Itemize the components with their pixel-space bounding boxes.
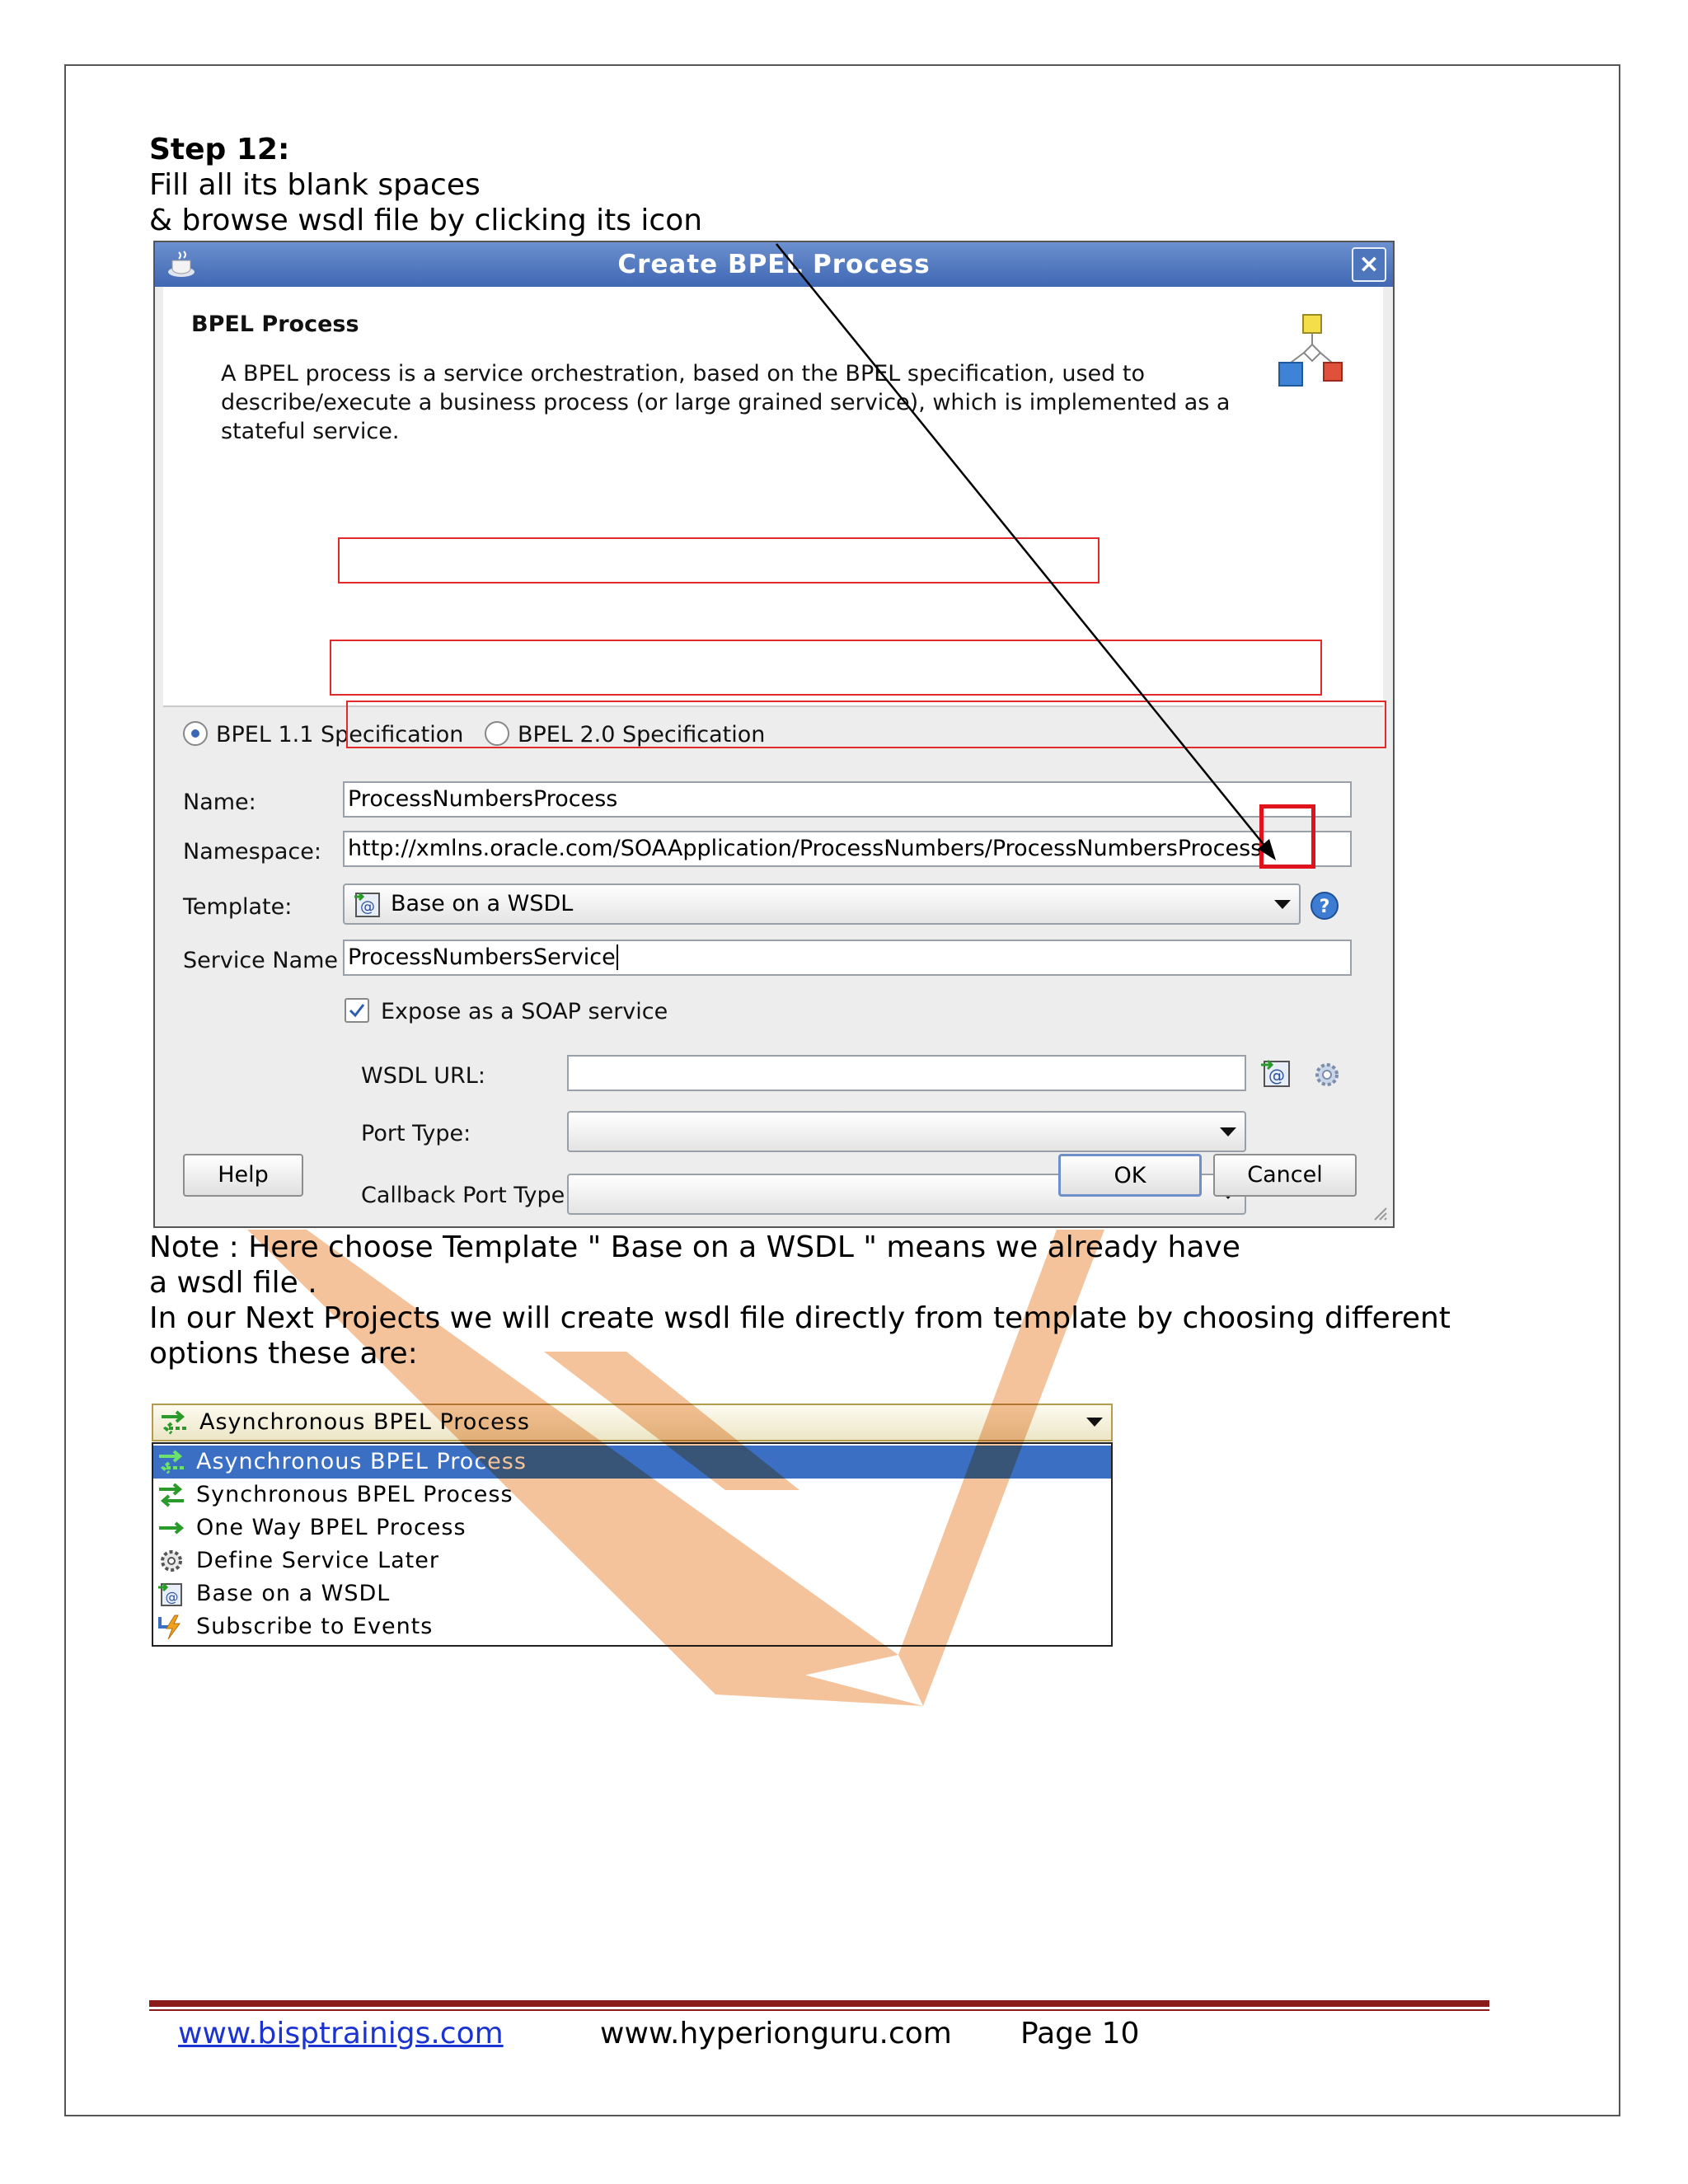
checkmark-icon	[349, 1004, 365, 1018]
header-description-line-2: describe/execute a business process (or …	[221, 390, 1231, 415]
sync-arrows-icon	[159, 1483, 184, 1507]
bpel-20-label[interactable]: BPEL 2.0 Specification	[518, 722, 765, 748]
list-item-define-later[interactable]: Define Service Later	[153, 1544, 1111, 1577]
footer-page-number: Page 10	[1020, 2017, 1140, 2050]
service-name-label: Service Name	[183, 948, 339, 973]
browse-wsdl-icon[interactable]: @	[1259, 1057, 1292, 1090]
template-options-list: Asynchronous BPEL Process Synchronous BP…	[152, 1442, 1113, 1647]
bpel-11-radio[interactable]	[183, 721, 208, 746]
chevron-down-icon	[1220, 1127, 1236, 1137]
service-name-input[interactable]: ProcessNumbersService	[343, 940, 1352, 976]
async-arrows-icon	[159, 1450, 184, 1474]
bpel-11-label[interactable]: BPEL 1.1 Specification	[216, 722, 463, 748]
text-cursor	[616, 944, 618, 970]
ok-button[interactable]: OK	[1058, 1154, 1202, 1197]
port-type-label: Port Type:	[361, 1121, 471, 1146]
name-label: Name:	[183, 790, 256, 815]
template-label: Template:	[183, 894, 293, 920]
lightning-icon	[158, 1615, 181, 1640]
list-item-label: Base on a WSDL	[196, 1581, 391, 1606]
expose-soap-checkbox[interactable]	[345, 998, 369, 1023]
wsdl-url-input[interactable]	[567, 1055, 1246, 1091]
gear-icon[interactable]	[1311, 1058, 1343, 1091]
dialog-header-panel: BPEL Process A BPEL process is a service…	[163, 287, 1383, 705]
bpel-20-radio[interactable]	[485, 721, 509, 746]
instruction-line-1: Fill all its blank spaces	[149, 168, 481, 202]
service-name-value: ProcessNumbersService	[348, 944, 616, 970]
bpel-process-diagram-icon	[1278, 314, 1343, 387]
svg-text:?: ?	[1320, 897, 1330, 917]
cancel-button[interactable]: Cancel	[1213, 1154, 1357, 1197]
header-title: BPEL Process	[191, 312, 359, 337]
dialog-title-bar[interactable]: Create BPEL Process ×	[155, 242, 1393, 287]
footer-site-hyperionguru: www.hyperionguru.com	[600, 2017, 952, 2050]
svg-text:@: @	[360, 898, 375, 916]
template-select[interactable]: @ Base on a WSDL	[343, 883, 1301, 925]
list-item-asynchronous[interactable]: Asynchronous BPEL Process	[153, 1446, 1111, 1479]
name-input[interactable]: ProcessNumbersProcess	[343, 781, 1352, 818]
note-line-4: options these are:	[149, 1337, 418, 1371]
header-description-line-3: stateful service.	[221, 419, 400, 444]
port-type-select[interactable]	[567, 1111, 1246, 1152]
close-button[interactable]: ×	[1352, 247, 1386, 282]
footer-rule-thin	[149, 2009, 1489, 2011]
template-combo-value: Asynchronous BPEL Process	[199, 1409, 530, 1435]
list-item-label: Asynchronous BPEL Process	[196, 1449, 527, 1474]
note-line-2: a wsdl file .	[149, 1266, 317, 1300]
chevron-down-icon	[1274, 900, 1291, 909]
help-button[interactable]: Help	[183, 1154, 303, 1197]
list-item-subscribe-events[interactable]: Subscribe to Events	[153, 1610, 1111, 1643]
resize-grip-icon[interactable]	[1370, 1203, 1388, 1221]
wsdl-url-label: WSDL URL:	[361, 1063, 485, 1089]
chevron-down-icon	[1086, 1418, 1103, 1427]
footer-link-bisptrainings[interactable]: www.bisptrainigs.com	[178, 2016, 504, 2052]
wsdl-icon: @	[158, 1582, 182, 1606]
note-line-1: Note : Here choose Template " Base on a …	[149, 1230, 1240, 1264]
namespace-input[interactable]: http://xmlns.oracle.com/SOAApplication/P…	[343, 831, 1352, 867]
dialog-body: BPEL 1.1 Specification BPEL 2.0 Specific…	[163, 707, 1383, 1218]
callback-port-type-label: Callback Port Type:	[361, 1183, 573, 1208]
footer-rule	[149, 2000, 1489, 2007]
list-item-label: One Way BPEL Process	[196, 1515, 467, 1540]
template-combo[interactable]: Asynchronous BPEL Process	[152, 1404, 1113, 1441]
create-bpel-process-dialog: Create BPEL Process × BPEL Process A BPE…	[153, 241, 1395, 1228]
list-item-base-on-wsdl[interactable]: @ Base on a WSDL	[153, 1577, 1111, 1610]
wsdl-icon: @	[354, 892, 380, 917]
expose-soap-label[interactable]: Expose as a SOAP service	[381, 999, 668, 1024]
instruction-line-2: & browse wsdl file by clicking its icon	[149, 204, 703, 237]
dialog-title: Create BPEL Process	[617, 250, 931, 279]
list-item-one-way[interactable]: One Way BPEL Process	[153, 1511, 1111, 1544]
step-title: Step 12:	[149, 133, 290, 166]
gear-icon	[161, 1550, 182, 1572]
note-line-3: In our Next Projects we will create wsdl…	[149, 1301, 1451, 1335]
help-icon[interactable]: ?	[1309, 890, 1340, 921]
header-description-line-1: A BPEL process is a service orchestratio…	[221, 361, 1145, 387]
list-item-label: Define Service Later	[196, 1548, 439, 1573]
namespace-label: Namespace:	[183, 839, 321, 865]
one-way-arrow-icon	[159, 1521, 185, 1535]
list-item-synchronous[interactable]: Synchronous BPEL Process	[153, 1479, 1111, 1511]
svg-text:@: @	[1268, 1066, 1285, 1085]
list-item-label: Subscribe to Events	[196, 1614, 434, 1639]
list-item-label: Synchronous BPEL Process	[196, 1482, 513, 1507]
async-arrows-icon	[162, 1410, 186, 1435]
svg-text:@: @	[166, 1589, 180, 1605]
template-select-value: Base on a WSDL	[391, 891, 574, 916]
